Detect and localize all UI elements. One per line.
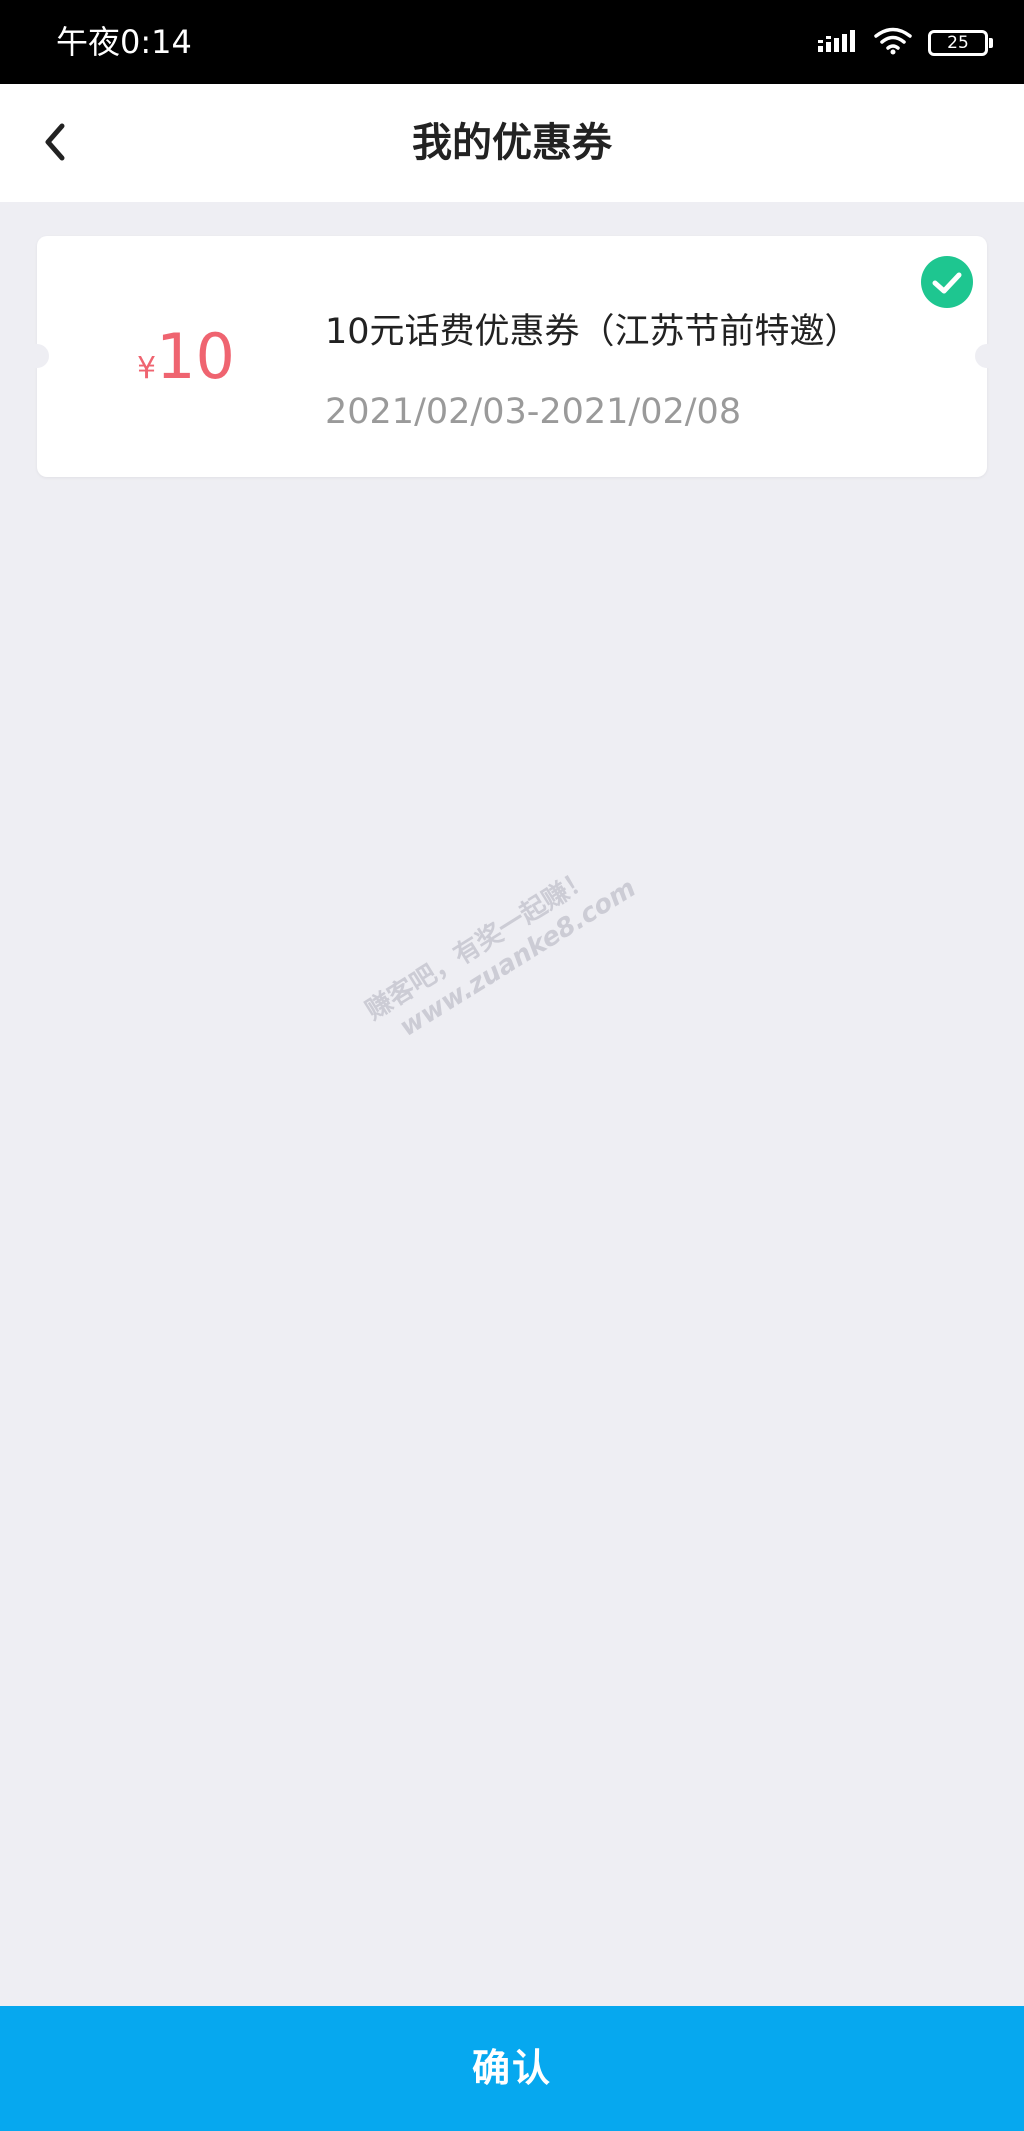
confirm-button[interactable]: 确认 xyxy=(0,2006,1024,2131)
watermark-line1: 赚客吧，有奖一起赚！ xyxy=(360,863,597,1027)
watermark: 赚客吧，有奖一起赚！ www.zuanke8.com xyxy=(360,845,642,1054)
coupon-title: 10元话费优惠券（江苏节前特邀） xyxy=(325,312,860,352)
coupon-validity: 2021/02/03-2021/02/08 xyxy=(325,392,742,432)
nav-bar: 我的优惠券 xyxy=(0,84,1024,202)
battery-level: 25 xyxy=(947,33,969,53)
signal-icon xyxy=(818,28,858,58)
battery-icon: 25 xyxy=(928,30,993,56)
coupon-card[interactable]: ¥10 10元话费优惠券（江苏节前特邀） 2021/02/03-2021/02/… xyxy=(25,236,999,477)
selected-check-icon[interactable] xyxy=(921,256,973,308)
coupon-notch-right xyxy=(975,344,999,368)
amount-value: 10 xyxy=(156,320,235,393)
status-time: 午夜0:14 xyxy=(56,23,192,61)
wifi-icon xyxy=(874,27,912,59)
page-title: 我的优惠券 xyxy=(412,120,612,166)
coupon-notch-left xyxy=(25,344,49,368)
status-bar: 午夜0:14 25 xyxy=(0,0,1024,84)
chevron-left-icon xyxy=(45,123,65,161)
status-icons: 25 xyxy=(802,26,993,60)
coupon-amount: ¥10 xyxy=(137,322,235,392)
watermark-line2: www.zuanke8.com xyxy=(394,873,642,1043)
back-button[interactable] xyxy=(28,112,88,172)
currency-symbol: ¥ xyxy=(137,351,157,386)
